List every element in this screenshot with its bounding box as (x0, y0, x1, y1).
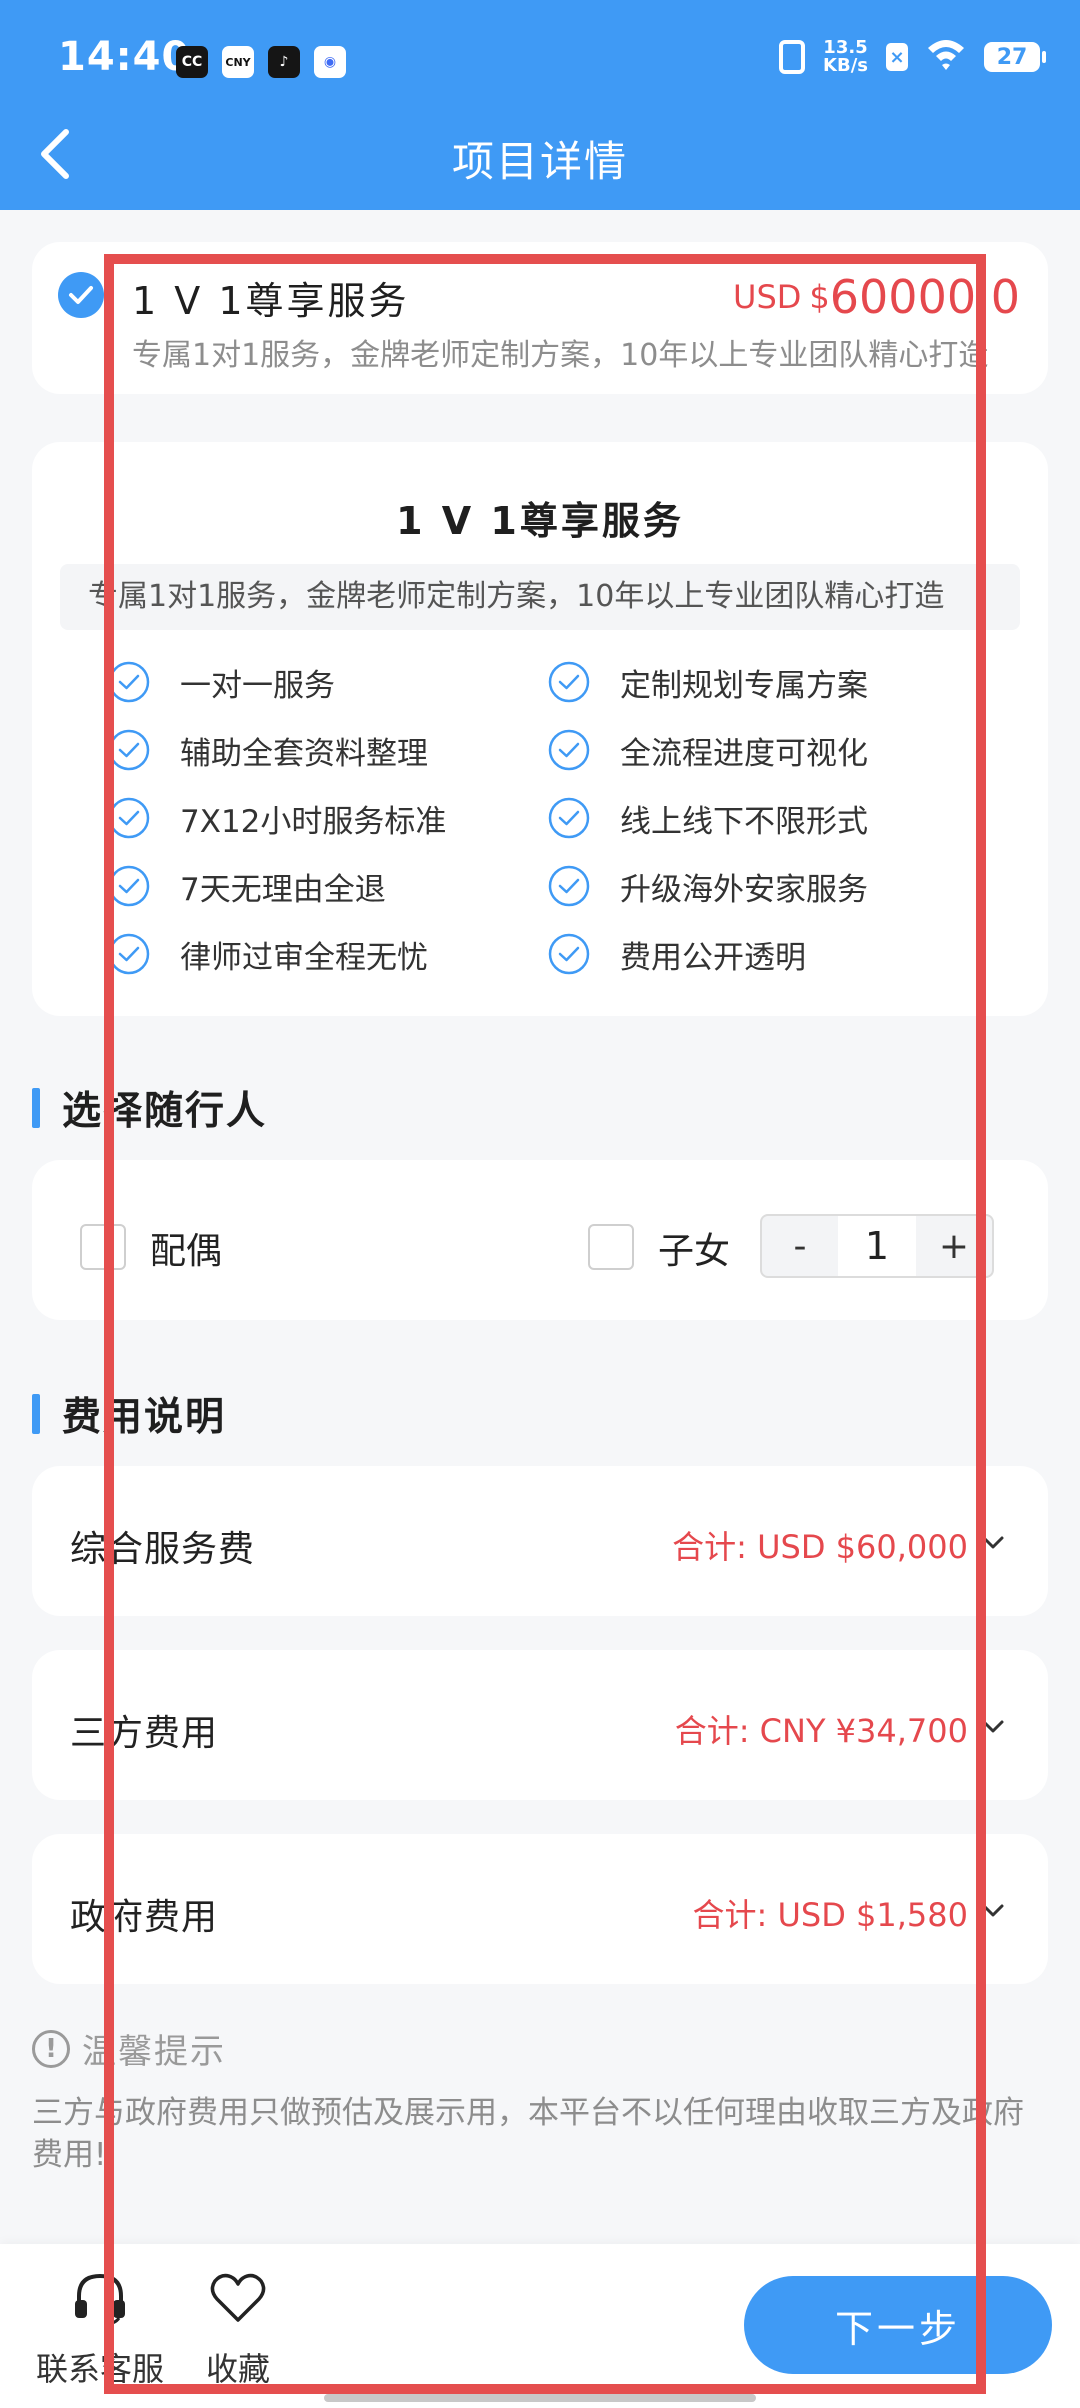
decrement-button[interactable]: - (762, 1216, 838, 1276)
price-currency: USD (733, 278, 802, 316)
price-symbol: $ (809, 278, 830, 316)
tip-title: 温馨提示 (82, 2032, 226, 2072)
tiktok-icon: ♪ (268, 46, 300, 78)
check-circle-outline-icon (548, 797, 590, 839)
section-accent-bar (32, 1088, 40, 1128)
app-icon-cc: CC (176, 46, 208, 78)
feature-label: 线上线下不限形式 (620, 803, 868, 840)
service-description: 专属1对1服务，金牌老师定制方案，10年以上专业团队精心打造 (132, 338, 989, 373)
children-count-value[interactable]: 1 (838, 1216, 916, 1276)
battery-indicator: 27 (984, 42, 1046, 72)
service-option-card[interactable]: 1 V 1尊享服务 USD $60000.0 专属1对1服务，金牌老师定制方案，1… (32, 242, 1048, 394)
feature-item: 定制规划专属方案 (548, 660, 988, 704)
bottom-action-bar: 联系客服 收藏 下一步 (0, 2244, 1080, 2408)
fee-row-service[interactable]: 综合服务费 合计: USD $60,000 (32, 1466, 1048, 1616)
detail-description: 专属1对1服务，金牌老师定制方案，10年以上专业团队精心打造 (60, 564, 1020, 630)
feature-item: 升级海外安家服务 (548, 864, 988, 908)
fee-total: 合计: USD $60,000 (672, 1528, 968, 1566)
check-circle-outline-icon (108, 797, 150, 839)
check-circle-outline-icon (548, 729, 590, 771)
fee-total: 合计: CNY ¥34,700 (674, 1712, 968, 1750)
next-step-button[interactable]: 下一步 (744, 2276, 1052, 2374)
status-time: 14:40 (58, 34, 191, 80)
vibrate-icon (779, 40, 806, 74)
fee-name: 综合服务费 (70, 1529, 256, 1570)
feature-label: 7X12小时服务标准 (180, 803, 447, 840)
fee-name: 三方费用 (70, 1713, 219, 1754)
check-circle-outline-icon (548, 865, 590, 907)
check-circle-outline-icon (108, 865, 150, 907)
feature-item: 一对一服务 (108, 660, 548, 704)
price-amount: 60000.0 (829, 270, 1020, 324)
children-count-stepper: - 1 + (760, 1214, 994, 1278)
nav-bar: 项目详情 (0, 100, 1080, 210)
status-indicators: 13.5 KB/s × 27 (779, 38, 1046, 76)
app-icon-circle: ◉ (314, 46, 346, 78)
companion-section-header: 选择随行人 (32, 1080, 267, 1136)
feature-label: 定制规划专属方案 (620, 667, 868, 704)
fee-row-third-party[interactable]: 三方费用 合计: CNY ¥34,700 (32, 1650, 1048, 1800)
service-detail-card: 1 V 1尊享服务 专属1对1服务，金牌老师定制方案，10年以上专业团队精心打造… (32, 442, 1048, 1016)
favorite-label: 收藏 (206, 2350, 271, 2388)
status-app-icons: CC CNY ♪ ◉ (176, 46, 346, 78)
heart-icon (210, 2273, 266, 2322)
check-circle-outline-icon (548, 661, 590, 703)
no-sim-icon: × (886, 43, 908, 71)
children-checkbox[interactable] (588, 1224, 634, 1270)
spouse-checkbox[interactable] (80, 1224, 126, 1270)
service-price: USD $60000.0 (733, 270, 1020, 324)
section-accent-bar (32, 1394, 40, 1434)
feature-item: 全流程进度可视化 (548, 728, 988, 772)
fee-section-header: 费用说明 (32, 1386, 226, 1442)
tip-header: ! 温馨提示 (32, 2024, 226, 2073)
check-circle-outline-icon (108, 661, 150, 703)
feature-list: 一对一服务 定制规划专属方案 辅助全套资料整理 全流程进度可视化 7X12小时服… (108, 660, 1008, 976)
feature-label: 升级海外安家服务 (620, 871, 868, 908)
feature-label: 费用公开透明 (620, 939, 806, 976)
check-circle-outline-icon (108, 933, 150, 975)
check-circle-filled-icon[interactable] (58, 272, 104, 318)
check-circle-outline-icon (548, 933, 590, 975)
feature-label: 全流程进度可视化 (620, 735, 868, 772)
network-speed: 13.5 KB/s (823, 39, 868, 75)
feature-item: 7天无理由全退 (108, 864, 548, 908)
fee-name: 政府费用 (70, 1897, 219, 1938)
fee-total: 合计: USD $1,580 (692, 1896, 968, 1934)
contact-service-label: 联系客服 (36, 2350, 165, 2388)
feature-label: 一对一服务 (180, 667, 335, 704)
home-indicator[interactable] (324, 2394, 756, 2402)
spouse-label: 配偶 (150, 1231, 223, 1272)
contact-service-button[interactable]: 联系客服 (36, 2266, 164, 2390)
headset-icon (75, 2273, 125, 2326)
tip-text: 三方与政府费用只做预估及展示用，本平台不以任何理由收取三方及政府费用! (32, 2095, 1024, 2173)
service-name: 1 V 1尊享服务 (132, 279, 410, 323)
feature-label: 律师过审全程无忧 (180, 939, 428, 976)
page-title: 项目详情 (451, 137, 628, 186)
chevron-down-icon[interactable] (978, 1712, 1008, 1742)
feature-item: 辅助全套资料整理 (108, 728, 548, 772)
feature-item: 费用公开透明 (548, 932, 988, 976)
app-icon-cny: CNY (222, 46, 254, 78)
detail-title: 1 V 1尊享服务 (396, 499, 684, 543)
feature-item: 律师过审全程无忧 (108, 932, 548, 976)
companion-card: 配偶 子女 - 1 + (32, 1160, 1048, 1320)
exclamation-icon: ! (32, 2029, 70, 2068)
chevron-down-icon[interactable] (978, 1528, 1008, 1558)
feature-label: 辅助全套资料整理 (180, 735, 428, 772)
network-speed-unit: KB/s (823, 55, 868, 76)
feature-label: 7天无理由全退 (180, 871, 386, 908)
increment-button[interactable]: + (916, 1216, 992, 1276)
section-title: 选择随行人 (62, 1089, 268, 1134)
check-circle-outline-icon (108, 729, 150, 771)
section-title: 费用说明 (62, 1395, 227, 1440)
favorite-button[interactable]: 收藏 (206, 2266, 270, 2390)
feature-item: 线上线下不限形式 (548, 796, 988, 840)
chevron-down-icon[interactable] (978, 1896, 1008, 1926)
wifi-icon (926, 38, 966, 76)
children-label: 子女 (658, 1231, 731, 1272)
feature-item: 7X12小时服务标准 (108, 796, 548, 840)
fee-row-government[interactable]: 政府费用 合计: USD $1,580 (32, 1834, 1048, 1984)
